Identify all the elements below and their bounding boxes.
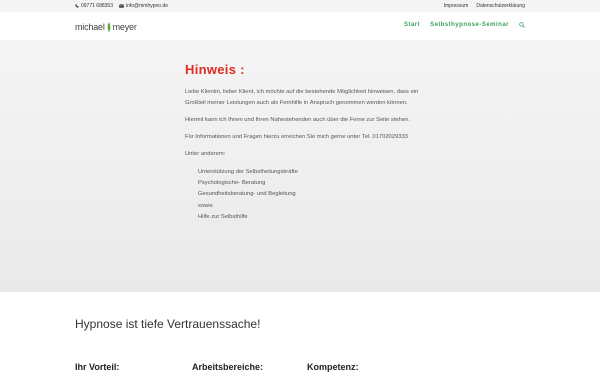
services-list: Unterstützung der Selbstheilungskräfte P… bbox=[198, 167, 420, 223]
list-item: sowie bbox=[198, 202, 213, 209]
list-item: Unterstützung der Selbstheilungskräfte bbox=[198, 169, 298, 175]
notice-section: Hinweis : Liebe Klientin, lieber Klient,… bbox=[0, 40, 600, 292]
section-headline: Hypnose ist tiefe Vertrauenssache! bbox=[75, 317, 261, 331]
list-item: Gesundheitsberatung- und Begleitung bbox=[198, 191, 296, 198]
list-item: Psychologische- Beratung bbox=[198, 180, 266, 187]
logo-text-first: michael bbox=[75, 22, 105, 32]
phone-icon bbox=[75, 4, 79, 8]
logo-text-second: meyer bbox=[112, 22, 137, 32]
nav-selbsthypnose-seminar[interactable]: Selbsthypnose-Seminar bbox=[430, 22, 509, 28]
intro-section: Hypnose ist tiefe Vertrauenssache! Ihr V… bbox=[0, 292, 600, 375]
notice-paragraph: Hiermit kann ich Ihnen und Ihren Naheste… bbox=[185, 116, 410, 123]
mail-icon bbox=[119, 4, 124, 8]
search-icon[interactable] bbox=[519, 22, 525, 28]
feature-columns: Ihr Vorteil: Arbeitsbereiche: Kompetenz: bbox=[75, 362, 525, 376]
phone-number: 09771 688353 bbox=[81, 3, 113, 9]
site-logo[interactable]: michael meyer bbox=[75, 22, 137, 32]
column-heading-kompetenz: Kompetenz: bbox=[307, 362, 359, 372]
contact-info: 09771 688353 info@mmhypno.de bbox=[75, 3, 168, 9]
column-heading-vorteil: Ihr Vorteil: bbox=[75, 362, 120, 372]
site-header: michael meyer Start Selbsthypnose-Semina… bbox=[0, 12, 600, 40]
notice-paragraph: Für Informationen und Fragen hierzu erre… bbox=[185, 133, 408, 140]
notice-paragraph: Unter anderem: bbox=[185, 150, 226, 157]
notice-paragraph: Liebe Klientin, lieber Klient, ich möcht… bbox=[185, 89, 419, 106]
impressum-link[interactable]: Impressum bbox=[444, 3, 469, 9]
column-heading-arbeitsbereiche: Arbeitsbereiche: bbox=[192, 362, 264, 372]
email-address: info@mmhypno.de bbox=[125, 3, 169, 9]
phone-contact[interactable]: 09771 688353 bbox=[75, 3, 113, 9]
notice-content: Hinweis : Liebe Klientin, lieber Klient,… bbox=[185, 62, 420, 223]
main-nav: Start Selbsthypnose-Seminar bbox=[404, 22, 525, 28]
list-item: Hilfe zur Selbsthilfe bbox=[198, 213, 248, 220]
nav-start[interactable]: Start bbox=[404, 22, 420, 28]
privacy-link[interactable]: Datenschutzerklärung bbox=[476, 3, 525, 9]
top-bar: 09771 688353 info@mmhypno.de Impressum D… bbox=[0, 0, 600, 12]
top-links: Impressum Datenschutzerklärung bbox=[444, 3, 525, 9]
notice-title: Hinweis : bbox=[185, 62, 245, 77]
leaf-icon bbox=[107, 22, 111, 32]
email-contact[interactable]: info@mmhypno.de bbox=[119, 3, 168, 9]
